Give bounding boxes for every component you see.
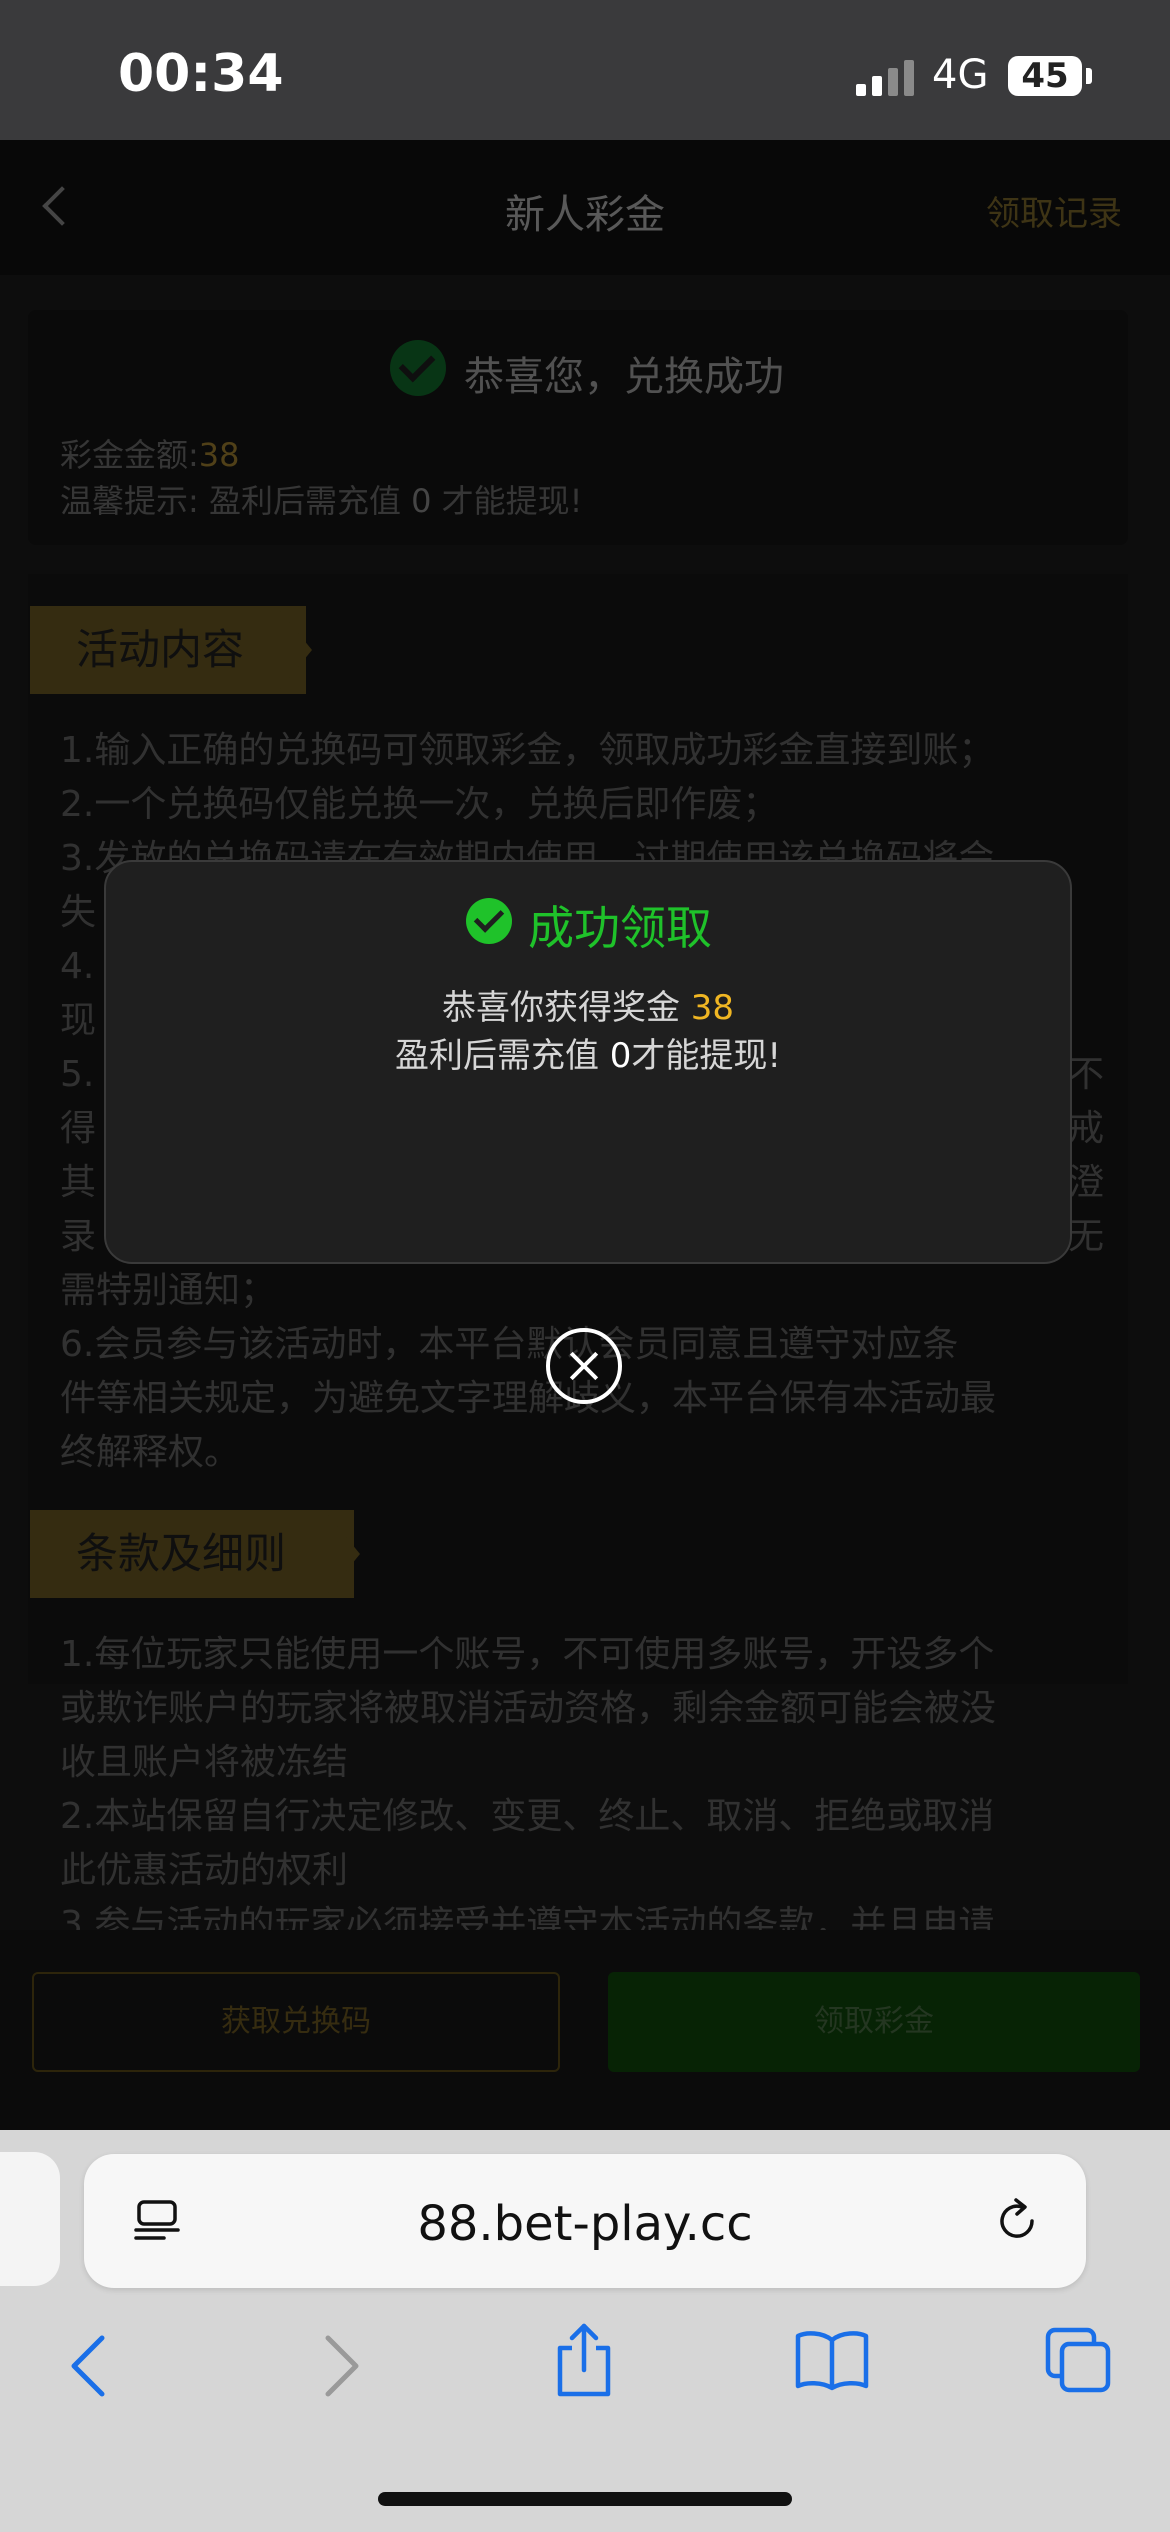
signal-icon	[856, 60, 916, 96]
modal-title: 成功领取	[528, 901, 712, 955]
close-modal-icon[interactable]	[546, 1328, 622, 1404]
address-bar[interactable]: 88.bet-play.cc	[84, 2154, 1086, 2288]
back-arrow-icon[interactable]	[66, 2334, 112, 2398]
bookmarks-icon[interactable]	[794, 2330, 870, 2392]
success-modal: 成功领取 恭喜你获得奖金 38 盈利后需充值 0才能提现!	[104, 860, 1072, 1264]
status-time: 00:34	[118, 44, 284, 104]
modal-tip-suffix: 才能提现!	[631, 1036, 782, 1076]
battery-icon: 45	[1008, 56, 1082, 96]
forward-arrow-icon[interactable]	[318, 2334, 364, 2398]
battery-level: 45	[1021, 56, 1069, 96]
modal-bonus-prefix: 恭喜你获得奖金	[441, 988, 691, 1028]
modal-tip-prefix: 盈利后需充值	[394, 1036, 610, 1076]
url-text[interactable]: 88.bet-play.cc	[84, 2196, 1086, 2252]
share-icon[interactable]	[552, 2320, 616, 2400]
battery-tip	[1086, 68, 1092, 84]
modal-tip-value: 0	[609, 1036, 632, 1076]
success-check-icon	[466, 898, 512, 944]
previous-tab-preview[interactable]	[0, 2152, 60, 2286]
home-indicator[interactable]	[378, 2492, 792, 2506]
network-type: 4G	[932, 52, 989, 98]
modal-tip-line: 盈利后需充值 0才能提现!	[106, 1028, 1070, 1077]
modal-bonus-line: 恭喜你获得奖金 38	[106, 980, 1070, 1029]
tabs-icon[interactable]	[1044, 2326, 1114, 2396]
reload-icon[interactable]	[992, 2196, 1042, 2246]
modal-bonus-value: 38	[690, 988, 735, 1028]
